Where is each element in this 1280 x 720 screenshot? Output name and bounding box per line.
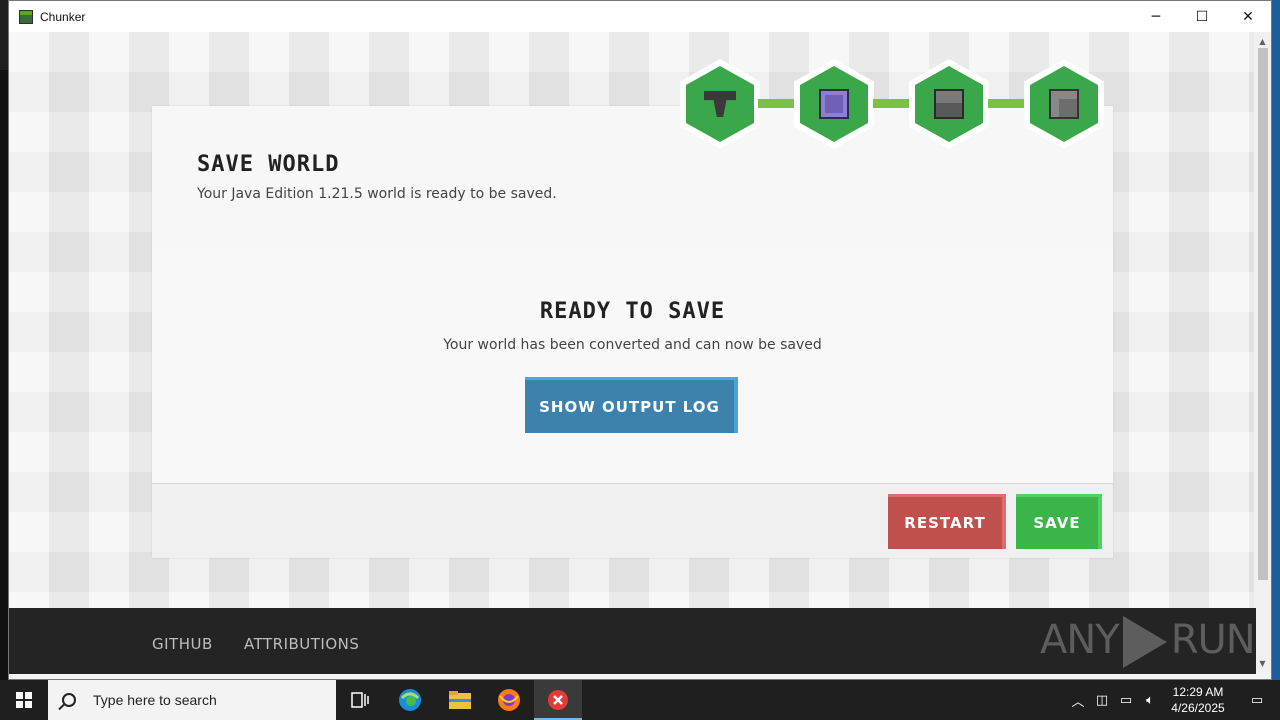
search-icon xyxy=(62,693,76,707)
save-world-card: SAVE WORLD Your Java Edition 1.21.5 worl… xyxy=(152,106,1113,558)
search-placeholder: Type here to search xyxy=(93,692,217,708)
file-explorer-icon[interactable] xyxy=(436,680,484,720)
chunker-app-icon xyxy=(19,9,33,24)
step-2 xyxy=(794,59,874,149)
restart-button[interactable]: RESTART xyxy=(888,494,1006,549)
volume-icon[interactable]: 🔈︎ xyxy=(1138,693,1162,708)
page-title: SAVE WORLD xyxy=(197,152,340,177)
taskbar-search[interactable]: Type here to search xyxy=(48,680,336,720)
attributions-link[interactable]: ATTRIBUTIONS xyxy=(244,635,359,653)
github-link[interactable]: GITHUB xyxy=(152,635,213,653)
desktop-background xyxy=(1272,0,1280,680)
step-4 xyxy=(1024,59,1104,149)
desktop-background-left xyxy=(0,70,8,680)
dispenser-icon xyxy=(1049,89,1079,119)
windows-icon xyxy=(16,692,32,708)
system-tray: ︿ ◫ ▭ 🔈︎ 12:29 AM 4/26/2025 ▭ xyxy=(1066,680,1280,720)
progress-stepper xyxy=(680,59,1110,151)
show-output-log-button[interactable]: SHOW OUTPUT LOG xyxy=(525,377,738,433)
app-footer: GITHUB ATTRIBUTIONS ANY RUN xyxy=(9,608,1256,674)
main-content: SAVE WORLD Your Java Edition 1.21.5 worl… xyxy=(9,32,1256,608)
device-icon[interactable]: ◫ xyxy=(1090,693,1114,708)
furnace-icon xyxy=(934,89,964,119)
step-connector xyxy=(873,99,909,108)
ready-subtitle: Your world has been converted and can no… xyxy=(443,337,822,353)
window-controls: ─ ☐ ✕ xyxy=(1133,1,1271,32)
save-button[interactable]: SAVE xyxy=(1016,494,1102,549)
clock-date: 4/26/2025 xyxy=(1171,701,1225,715)
vertical-scrollbar[interactable]: ▲ ▼ xyxy=(1254,32,1271,672)
task-view-icon[interactable] xyxy=(336,680,384,720)
minimize-button[interactable]: ─ xyxy=(1133,1,1179,32)
app-window: Chunker ─ ☐ ✕ SAVE WORLD Your Java Editi… xyxy=(8,0,1272,680)
command-block-icon xyxy=(819,89,849,119)
close-button[interactable]: ✕ xyxy=(1225,1,1271,32)
step-3 xyxy=(909,59,989,149)
ready-title: READY TO SAVE xyxy=(539,299,726,324)
step-connector xyxy=(988,99,1024,108)
scroll-down-icon[interactable]: ▼ xyxy=(1254,656,1271,670)
step-1 xyxy=(680,59,760,149)
scroll-thumb[interactable] xyxy=(1258,48,1268,580)
page-subtitle: Your Java Edition 1.21.5 world is ready … xyxy=(197,186,557,202)
firefox-icon[interactable] xyxy=(485,680,533,720)
window-title: Chunker xyxy=(40,9,86,24)
clock[interactable]: 12:29 AM 4/26/2025 xyxy=(1162,684,1234,716)
clock-time: 12:29 AM xyxy=(1172,685,1224,699)
card-footer: RESTART SAVE xyxy=(152,483,1113,558)
scroll-up-icon[interactable]: ▲ xyxy=(1254,34,1271,48)
chunker-taskbar-button[interactable] xyxy=(534,680,582,720)
step-connector xyxy=(758,99,794,108)
title-bar[interactable]: Chunker ─ ☐ ✕ xyxy=(9,1,1271,32)
card-body: READY TO SAVE Your world has been conver… xyxy=(152,249,1113,484)
anyrun-watermark: ANY RUN xyxy=(1040,616,1256,668)
start-button[interactable] xyxy=(0,680,48,720)
hopper-icon xyxy=(704,91,736,117)
network-icon[interactable]: ▭ xyxy=(1114,693,1138,708)
chevron-up-icon[interactable]: ︿ xyxy=(1066,691,1090,710)
maximize-button[interactable]: ☐ xyxy=(1179,1,1225,32)
notification-icon[interactable]: ▭ xyxy=(1234,693,1280,708)
taskbar: Type here to search ︿ ◫ ▭ 🔈︎ 12:29 AM 4/… xyxy=(0,680,1280,720)
edge-icon[interactable] xyxy=(386,680,434,720)
play-icon xyxy=(1122,616,1167,668)
